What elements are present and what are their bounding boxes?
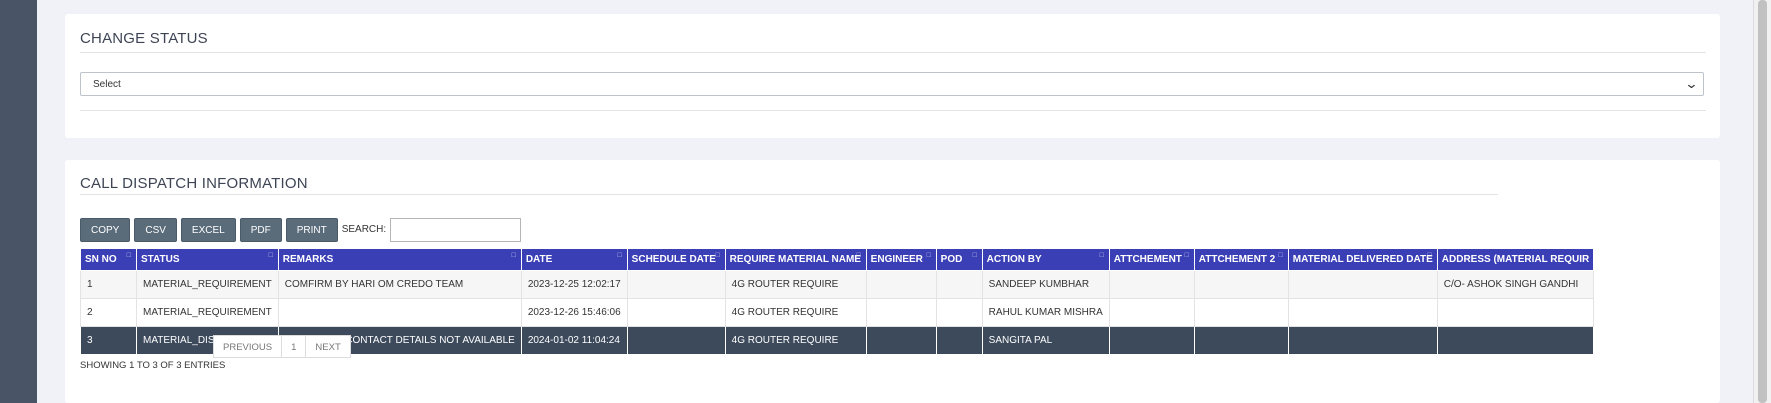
scrollbar-thumb[interactable] (1758, 0, 1767, 403)
cell-material-name: 4G ROUTER REQUIRE (724, 326, 867, 355)
sort-icon: □ (617, 252, 622, 259)
print-button[interactable]: PRINT (285, 217, 338, 242)
cell-pod (935, 326, 983, 355)
table-row[interactable]: 2 MATERIAL_REQUIREMENT 2023-12-26 15:46:… (80, 298, 1595, 327)
sort-icon: □ (1184, 252, 1189, 259)
left-sidebar-rail (0, 0, 37, 403)
sort-icon: □ (126, 252, 131, 259)
cell-remarks (277, 298, 522, 327)
export-toolbar: COPY CSV EXCEL PDF PRINT SEARCH: (80, 217, 522, 242)
col-status[interactable]: STATUS □ (136, 248, 279, 271)
cell-date: 2023-12-25 12:02:17 (520, 270, 628, 299)
col-remarks[interactable]: REMARKS □ (277, 248, 522, 271)
sort-icon: □ (926, 252, 931, 259)
cell-delivered-date (1287, 298, 1438, 327)
cell-attchement-2 (1193, 298, 1289, 327)
col-attchement-2[interactable]: ATTCHEMENT 2 □ (1193, 248, 1289, 271)
cell-pod (935, 270, 983, 299)
cell-schedule-date (626, 326, 726, 355)
cell-remarks: COMFIRM BY HARI OM CREDO TEAM (277, 270, 522, 299)
divider (80, 52, 1706, 53)
cell-delivered-date (1287, 326, 1438, 355)
sort-icon: □ (856, 252, 861, 259)
cell-status: MATERIAL_REQUIREMENT (136, 298, 279, 327)
col-material-delivered-date[interactable]: MATERIAL DELIVERED DATE □ (1287, 248, 1438, 271)
cell-engineer (865, 270, 937, 299)
cell-pod (935, 298, 983, 327)
table-info-text: SHOWING 1 TO 3 OF 3 ENTRIES (80, 360, 226, 371)
divider (80, 110, 1706, 111)
sort-icon: □ (268, 252, 273, 259)
col-address[interactable]: ADDRESS (MATERIAL REQUIR (1436, 248, 1595, 271)
cell-date: 2023-12-26 15:46:06 (520, 298, 628, 327)
previous-page-button[interactable]: PREVIOUS (213, 335, 283, 358)
next-page-button[interactable]: NEXT (305, 335, 351, 358)
cell-date: 2024-01-02 11:04:24 (520, 326, 628, 355)
cell-action-by: RAHUL KUMAR MISHRA (981, 298, 1110, 327)
cell-address: C/O- ASHOK SINGH GANDHI (1436, 270, 1595, 299)
cell-attchement-2 (1193, 326, 1289, 355)
change-status-card: CHANGE STATUS Select ⌄ (65, 14, 1720, 138)
change-status-title: CHANGE STATUS (80, 30, 208, 47)
col-pod[interactable]: POD □ (935, 248, 983, 271)
cell-schedule-date (626, 298, 726, 327)
pdf-button[interactable]: PDF (239, 217, 282, 242)
sort-icon: □ (511, 252, 516, 259)
cell-delivered-date (1287, 270, 1438, 299)
call-dispatch-card: CALL DISPATCH INFORMATION COPY CSV EXCEL… (65, 160, 1720, 403)
sort-icon: □ (1099, 252, 1104, 259)
col-date[interactable]: DATE □ (520, 248, 628, 271)
table-header-row: SN NO □ STATUS □ REMARKS □ DATE □ SCHEDULE D… (80, 248, 1595, 271)
page-scrollbar[interactable]: ▲ (1753, 0, 1771, 403)
col-sn-no[interactable]: SN NO □ (80, 248, 137, 271)
sort-icon: □ (972, 252, 977, 259)
status-select[interactable]: Select ⌄ (80, 72, 1704, 96)
cell-attchement-2 (1193, 270, 1289, 299)
sort-icon: □ (1278, 252, 1283, 259)
cell-sn-no: 1 (80, 270, 137, 299)
cell-engineer (865, 298, 937, 327)
cell-action-by: SANDEEP KUMBHAR (981, 270, 1110, 299)
page-1-button[interactable]: 1 (281, 335, 307, 358)
cell-schedule-date (626, 270, 726, 299)
pagination: PREVIOUS 1 NEXT (213, 335, 351, 358)
col-require-material-name[interactable]: REQUIRE MATERIAL NAME □ (724, 248, 867, 271)
search-input[interactable] (390, 217, 522, 242)
search-label: SEARCH: (341, 224, 387, 235)
cell-sn-no: 2 (80, 298, 137, 327)
cell-attchement (1108, 298, 1195, 327)
col-action-by[interactable]: ACTION BY □ (981, 248, 1110, 271)
call-dispatch-title: CALL DISPATCH INFORMATION (80, 175, 308, 192)
cell-material-name: 4G ROUTER REQUIRE (724, 270, 867, 299)
sort-icon: □ (1427, 252, 1432, 259)
cell-engineer (865, 326, 937, 355)
cell-attchement (1108, 270, 1195, 299)
cell-address (1436, 326, 1595, 355)
cell-attchement (1108, 326, 1195, 355)
cell-action-by: SANGITA PAL (981, 326, 1110, 355)
copy-button[interactable]: COPY (80, 217, 131, 242)
cell-material-name: 4G ROUTER REQUIRE (724, 298, 867, 327)
divider (80, 194, 1498, 195)
excel-button[interactable]: EXCEL (180, 217, 236, 242)
col-schedule-date[interactable]: SCHEDULE DATE □ (626, 248, 726, 271)
col-attchement[interactable]: ATTCHEMENT □ (1108, 248, 1195, 271)
col-engineer[interactable]: ENGINEER □ (865, 248, 937, 271)
table-row[interactable]: 1 MATERIAL_REQUIREMENT COMFIRM BY HARI O… (80, 270, 1595, 299)
csv-button[interactable]: CSV (134, 217, 177, 242)
cell-status: MATERIAL_REQUIREMENT (136, 270, 279, 299)
cell-address (1436, 298, 1595, 327)
chevron-down-icon: ⌄ (1684, 76, 1699, 91)
sort-icon: □ (715, 252, 720, 259)
cell-sn-no: 3 (80, 326, 137, 355)
status-select-value: Select (93, 79, 121, 90)
